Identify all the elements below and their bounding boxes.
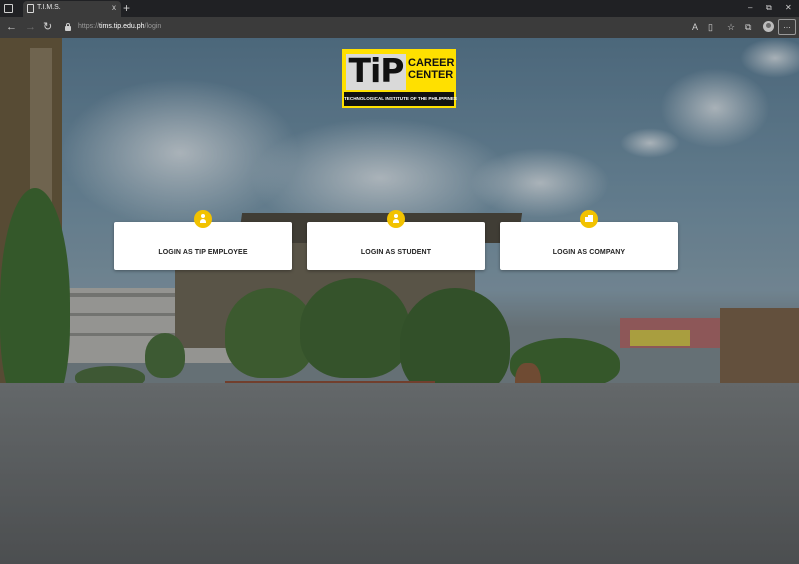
person-icon	[387, 210, 405, 228]
browser-tab-bar: T.I.M.S. x + – ⧉ ✕	[0, 0, 799, 17]
browser-toolbar: ← → ↻ https://tims.tip.edu.ph/login A ▯ …	[0, 17, 799, 38]
logo-center-text: CENTER	[408, 69, 454, 81]
login-student-button[interactable]: LOGIN AS STUDENT	[307, 210, 485, 270]
lock-icon[interactable]	[65, 23, 71, 31]
back-button[interactable]: ←	[6, 20, 17, 34]
browser-tab[interactable]: T.I.M.S. x	[23, 1, 121, 17]
reload-button[interactable]: ↻	[43, 20, 52, 34]
logo-tagline: TECHNOLOGICAL INSTITUTE OF THE PHILIPPIN…	[344, 92, 457, 106]
building-icon	[580, 210, 598, 228]
career-center-logo: TiP CAREER CENTER TECHNOLOGICAL INSTITUT…	[342, 49, 457, 108]
read-aloud-icon[interactable]: A	[692, 21, 698, 33]
tab-title: T.I.M.S.	[37, 4, 61, 11]
collections-icon[interactable]: ⧉	[745, 21, 751, 33]
page-viewport: TiP CAREER CENTER TECHNOLOGICAL INSTITUT…	[0, 38, 799, 564]
logo-mark: TiP	[348, 51, 404, 90]
close-window-button[interactable]: ✕	[785, 2, 792, 14]
url-text[interactable]: https://tims.tip.edu.ph/login	[78, 23, 161, 30]
profile-avatar[interactable]	[763, 21, 774, 32]
minimize-button[interactable]: –	[748, 2, 752, 14]
login-company-label: LOGIN AS COMPANY	[552, 249, 626, 256]
login-tip-employee-label: LOGIN AS TIP EMPLOYEE	[158, 249, 248, 256]
person-icon	[194, 210, 212, 228]
login-tip-employee-button[interactable]: LOGIN AS TIP EMPLOYEE	[114, 210, 292, 270]
window-icon[interactable]	[4, 4, 13, 13]
login-student-label: LOGIN AS STUDENT	[360, 249, 432, 256]
logo-career-text: CAREER	[408, 57, 455, 69]
split-screen-icon[interactable]: ▯	[708, 21, 713, 33]
new-tab-button[interactable]: +	[123, 1, 130, 15]
forward-button[interactable]: →	[25, 20, 36, 34]
restore-button[interactable]: ⧉	[766, 2, 772, 14]
page-icon	[27, 4, 34, 13]
menu-button[interactable]: …	[778, 19, 796, 35]
favorites-icon[interactable]: ☆	[727, 21, 735, 33]
close-tab-icon[interactable]: x	[112, 3, 116, 13]
address-bar[interactable]: https://tims.tip.edu.ph/login	[61, 20, 680, 35]
login-company-button[interactable]: LOGIN AS COMPANY	[500, 210, 678, 270]
